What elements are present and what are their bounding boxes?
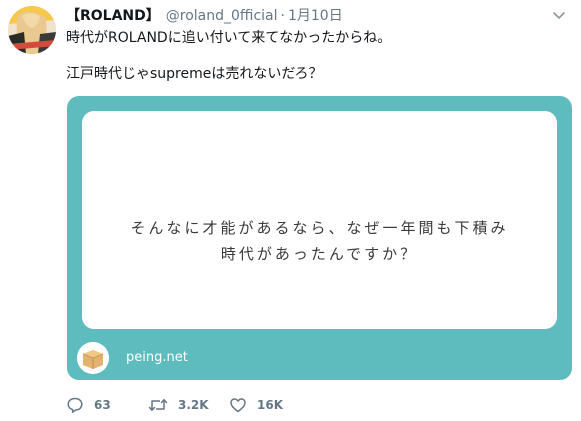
- like-button[interactable]: 16K: [229, 395, 283, 415]
- retweet-count: 3.2K: [178, 398, 209, 412]
- chevron-down-icon[interactable]: [551, 8, 567, 22]
- separator-dot: ·: [280, 8, 285, 24]
- display-name[interactable]: 【ROLAND】: [66, 8, 160, 24]
- reply-icon: [66, 396, 84, 414]
- question-line-1: そんなに才能があるなら、なぜ一年間も下積み: [130, 219, 509, 237]
- tweet-text-line-2: 江戸時代じゃsupremeは売れないだろ？: [66, 66, 323, 82]
- user-handle[interactable]: @roland_0fficial: [166, 8, 278, 24]
- question-panel: そんなに才能があるなら、なぜ一年間も下積み 時代があったんですか？: [82, 111, 557, 329]
- question-text: そんなに才能があるなら、なぜ一年間も下積み 時代があったんですか？: [82, 215, 557, 267]
- reply-count: 63: [94, 398, 111, 412]
- heart-icon: [229, 396, 247, 414]
- question-line-2: 時代があったんですか？: [220, 245, 419, 263]
- avatar[interactable]: [8, 6, 56, 54]
- avatar-image: [8, 6, 56, 54]
- tweet-date[interactable]: 1月10日: [288, 8, 343, 24]
- like-count: 16K: [257, 398, 283, 412]
- tweet-header: 【ROLAND】 @roland_0fficial · 1月10日: [66, 7, 343, 25]
- link-card[interactable]: そんなに才能があるなら、なぜ一年間も下積み 時代があったんですか？ peing.…: [67, 96, 572, 380]
- reply-button[interactable]: 63: [66, 395, 111, 415]
- retweet-icon: [148, 396, 168, 414]
- box-icon: [77, 342, 109, 374]
- tweet-text-line-1: 時代がROLANDに追い付いて来てなかったからね。: [66, 30, 392, 46]
- card-site-label[interactable]: peing.net: [126, 350, 188, 365]
- retweet-button[interactable]: 3.2K: [148, 395, 209, 415]
- tweet: 【ROLAND】 @roland_0fficial · 1月10日 時代がROLAND…: [0, 0, 581, 421]
